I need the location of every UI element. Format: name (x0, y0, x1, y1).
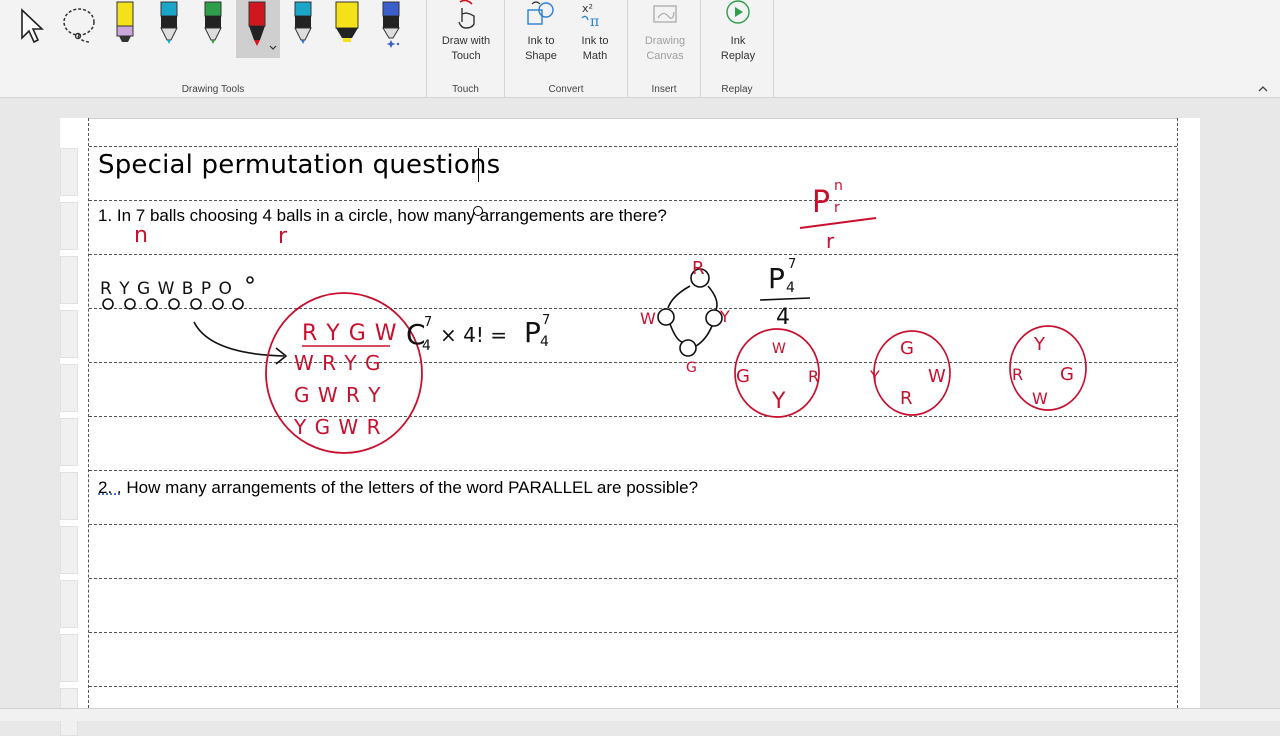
draw-with-touch-label: Draw with Touch (441, 35, 491, 62)
question-2-number: 2. . (98, 478, 122, 497)
pen-icon (204, 1, 222, 44)
ink-replay-label: Ink Replay (720, 35, 756, 62)
row-tab (60, 418, 78, 466)
pen-yellow-black[interactable] (110, 0, 140, 56)
select-arrow-icon (21, 8, 45, 44)
touch-label: Touch (452, 84, 479, 95)
pen-icon (248, 1, 277, 50)
ink-to-shape-label: Ink to Shape (525, 35, 557, 62)
highlighter-icon (335, 1, 359, 42)
pen-icon (294, 1, 312, 44)
touch-group: Draw with Touch Touch (427, 0, 505, 98)
row-tab (60, 364, 78, 412)
ink-to-math-button[interactable]: x² π Ink to Math (569, 0, 621, 64)
highlighter-icon (116, 1, 134, 42)
ink-to-math-icon: x² π (581, 2, 599, 30)
pen-teal[interactable] (154, 0, 184, 56)
ink-to-math-label: Ink to Math (581, 35, 609, 62)
drawing-canvas-icon (653, 5, 677, 23)
row-tab (60, 472, 78, 520)
row-tab (60, 526, 78, 574)
pen-galaxy[interactable] (376, 0, 406, 56)
row-tab (60, 634, 78, 682)
status-bar (0, 708, 1280, 721)
ink-replay-icon (726, 0, 750, 24)
ink-to-shape-icon (527, 1, 554, 25)
convert-group: Ink to Shape x² π Ink to Math Convert (505, 0, 628, 98)
text-cursor (478, 148, 479, 182)
drawing-canvas-label: Drawing Canvas (644, 35, 686, 62)
pen-blue[interactable] (288, 0, 318, 56)
row-tab (60, 148, 78, 196)
ink-replay-button[interactable]: Ink Replay (707, 0, 769, 64)
draw-with-touch-button[interactable]: Draw with Touch (431, 0, 501, 64)
row-tab (60, 580, 78, 628)
row-tab (60, 310, 78, 358)
question-2-text: How many arrangements of the letters of … (121, 478, 699, 497)
page-title[interactable]: Special permutation questions (98, 150, 500, 180)
insert-group: Drawing Canvas Insert (628, 0, 701, 98)
pen-green[interactable] (198, 0, 228, 56)
document-page[interactable]: Special permutation questions 1. In 7 ba… (60, 118, 1200, 736)
question-1[interactable]: 1. In 7 balls choosing 4 balls in a circ… (98, 206, 667, 226)
highlighter-yellow[interactable] (330, 0, 364, 56)
row-tab (60, 256, 78, 304)
collapse-ribbon-icon[interactable] (1258, 84, 1268, 96)
drawing-tools-label: Drawing Tools (181, 84, 245, 95)
pen-red-selected[interactable] (236, 0, 280, 58)
svg-text:π: π (590, 14, 599, 30)
insert-label: Insert (651, 84, 677, 95)
convert-label: Convert (548, 84, 584, 95)
replay-group: Ink Replay Replay (701, 0, 774, 98)
lasso-icon (63, 8, 95, 43)
ink-to-shape-button[interactable]: Ink to Shape (515, 0, 567, 64)
touch-hand-icon (458, 0, 475, 29)
ribbon: Drawing Tools Draw with Touch Touch Ink … (0, 0, 1280, 98)
galaxy-pen-icon (382, 1, 400, 48)
question-2[interactable]: 2. . How many arrangements of the letter… (98, 478, 698, 498)
drawing-tools-group: Drawing Tools (0, 0, 427, 98)
replay-label: Replay (721, 84, 753, 95)
pen-icon (160, 1, 178, 44)
document-workspace: Special permutation questions 1. In 7 ba… (0, 98, 1280, 736)
select-tool[interactable] (14, 0, 52, 56)
drawing-canvas-button[interactable]: Drawing Canvas (634, 0, 696, 64)
lasso-select-tool[interactable] (56, 0, 106, 56)
row-tab (60, 202, 78, 250)
